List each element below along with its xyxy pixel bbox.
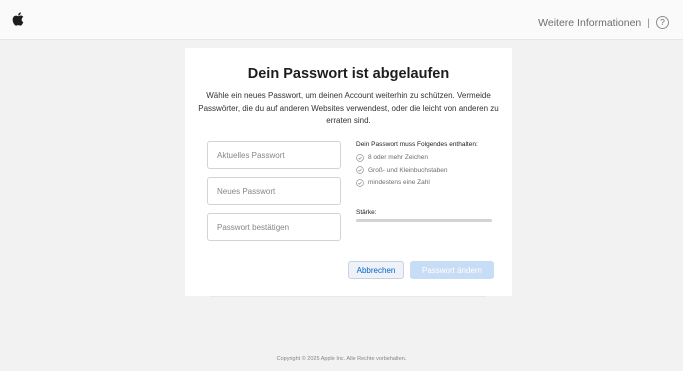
change-password-button[interactable]: Passwort ändern xyxy=(410,261,494,279)
strength-label: Stärke: xyxy=(356,209,377,216)
new-password-input[interactable] xyxy=(208,178,340,204)
password-requirements: Dein Passwort muss Folgendes enthalten: … xyxy=(356,141,496,189)
page-title: Dein Passwort ist abgelaufen xyxy=(247,66,450,82)
check-circle-icon xyxy=(356,178,364,187)
help-icon[interactable]: ? xyxy=(656,16,669,29)
strength-meter xyxy=(356,219,492,222)
requirement-item: mindestens eine Zahl xyxy=(356,177,496,190)
top-bar: Weitere Informationen | ? xyxy=(0,0,683,40)
confirm-password-field[interactable] xyxy=(207,213,341,241)
requirement-label: mindestens eine Zahl xyxy=(368,179,430,187)
requirement-item: 8 oder mehr Zeichen xyxy=(356,152,496,165)
new-password-field[interactable] xyxy=(207,177,341,205)
confirm-password-input[interactable] xyxy=(208,214,340,240)
check-circle-icon xyxy=(356,166,364,175)
requirements-heading: Dein Passwort muss Folgendes enthalten: xyxy=(356,141,478,148)
cancel-button[interactable]: Abbrechen xyxy=(348,261,404,279)
current-password-field[interactable] xyxy=(207,141,341,169)
current-password-input[interactable] xyxy=(208,142,340,168)
card-divider xyxy=(210,296,486,302)
requirement-label: 8 oder mehr Zeichen xyxy=(368,154,428,162)
description-text: Wähle ein neues Passwort, um deinen Acco… xyxy=(198,91,499,125)
footer-copyright: Copyright © 2025 Apple Inc. Alle Rechte … xyxy=(276,356,407,362)
password-expired-card: Dein Passwort ist abgelaufen Wähle ein n… xyxy=(185,48,512,296)
apple-logo-icon[interactable] xyxy=(12,12,24,26)
more-info-link[interactable]: Weitere Informationen xyxy=(538,17,641,29)
requirement-item: Groß- und Kleinbuchstaben xyxy=(356,164,496,177)
requirement-label: Groß- und Kleinbuchstaben xyxy=(368,166,448,174)
top-links: Weitere Informationen | ? xyxy=(538,16,669,29)
link-separator: | xyxy=(647,16,650,29)
check-circle-icon xyxy=(356,153,364,162)
